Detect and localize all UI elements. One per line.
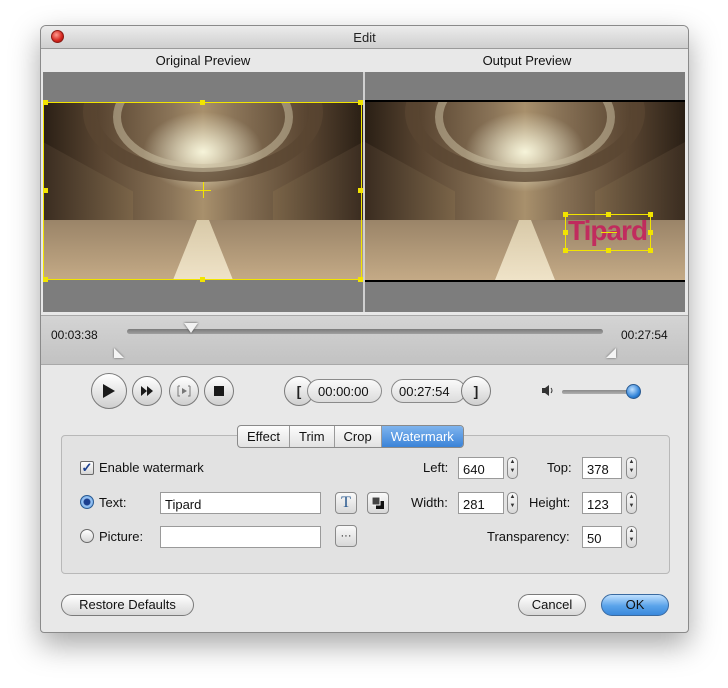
output-preview-pane[interactable]: Tipard	[365, 72, 685, 312]
enable-watermark-label: Enable watermark	[99, 460, 204, 475]
original-preview-label: Original Preview	[155, 53, 251, 68]
height-input[interactable]	[582, 492, 622, 514]
top-stepper[interactable]: ▲ ▼	[626, 457, 637, 479]
watermark-handle[interactable]	[648, 212, 653, 217]
timeline-bar: 00:03:38 00:27:54	[41, 315, 688, 365]
transparency-stepper[interactable]: ▲ ▼	[626, 526, 637, 548]
color-settings-button[interactable]	[367, 492, 389, 514]
width-input[interactable]	[458, 492, 504, 514]
trim-end-handle[interactable]	[606, 348, 616, 358]
timeline-track[interactable]	[127, 329, 603, 334]
left-label: Left:	[423, 460, 449, 475]
volume-knob[interactable]	[626, 384, 641, 399]
watermark-handle[interactable]	[606, 248, 611, 253]
font-icon: T	[341, 494, 351, 511]
original-preview-pane[interactable]	[43, 72, 363, 312]
watermark-handle[interactable]	[648, 248, 653, 253]
transparency-input[interactable]	[582, 526, 622, 548]
transparency-label: Transparency:	[487, 529, 570, 544]
crosshair-icon	[203, 182, 204, 198]
step-frame-button[interactable]	[169, 376, 199, 406]
play-icon	[103, 384, 115, 398]
fast-forward-button[interactable]	[132, 376, 162, 406]
crop-handle[interactable]	[200, 100, 205, 105]
browse-picture-button[interactable]: ···	[335, 525, 357, 547]
picture-option-radio[interactable]	[80, 529, 94, 543]
edit-tabs: Effect Trim Crop Watermark	[237, 425, 464, 448]
step-frame-icon	[177, 385, 191, 397]
output-preview-label: Output Preview	[482, 53, 572, 68]
ok-button[interactable]: OK	[601, 594, 669, 616]
text-option-radio[interactable]	[80, 495, 94, 509]
tab-crop[interactable]: Crop	[335, 426, 382, 447]
end-time-display: 00:27:54	[391, 379, 466, 403]
font-settings-button[interactable]: T	[335, 492, 357, 514]
edit-window: Edit Original Preview Output Preview Tip…	[40, 25, 689, 633]
crosshair-icon	[601, 232, 617, 233]
width-stepper[interactable]: ▲ ▼	[507, 492, 518, 514]
tab-trim[interactable]: Trim	[290, 426, 335, 447]
output-video-frame	[365, 102, 685, 280]
picture-path-input[interactable]	[160, 526, 321, 548]
watermark-handle[interactable]	[648, 230, 653, 235]
tab-watermark[interactable]: Watermark	[381, 426, 463, 447]
start-time-display: 00:00:00	[307, 379, 382, 403]
text-option-label: Text:	[99, 495, 127, 510]
watermark-handle[interactable]	[606, 212, 611, 217]
trim-start-handle[interactable]	[114, 348, 124, 358]
left-input[interactable]	[458, 457, 504, 479]
title-bar[interactable]: Edit	[41, 26, 688, 49]
width-label: Width:	[411, 495, 448, 510]
picture-option-label: Picture:	[99, 529, 144, 544]
crop-handle[interactable]	[43, 277, 48, 282]
current-time-label: 00:03:38	[51, 328, 98, 342]
stop-icon	[214, 386, 224, 396]
enable-watermark-checkbox[interactable]: ✓	[80, 461, 94, 475]
crop-handle[interactable]	[43, 188, 48, 193]
settings-panel: ✓ Enable watermark Text: T Picture: ··· …	[61, 435, 670, 574]
play-button[interactable]	[91, 373, 127, 409]
volume-slider[interactable]	[562, 390, 632, 394]
cancel-button[interactable]: Cancel	[518, 594, 586, 616]
watermark-handle[interactable]	[563, 212, 568, 217]
height-stepper[interactable]: ▲ ▼	[626, 492, 637, 514]
restore-defaults-button[interactable]: Restore Defaults	[61, 594, 194, 616]
watermark-handle[interactable]	[563, 248, 568, 253]
color-swatch-icon	[372, 497, 384, 509]
playhead-handle[interactable]	[184, 323, 198, 333]
set-end-button[interactable]: ]	[461, 376, 491, 406]
stop-button[interactable]	[204, 376, 234, 406]
height-label: Height:	[529, 495, 571, 510]
window-title: Edit	[353, 30, 376, 45]
watermark-text-input[interactable]	[160, 492, 321, 514]
crop-handle[interactable]	[200, 277, 205, 282]
tab-effect[interactable]: Effect	[238, 426, 291, 447]
crop-handle[interactable]	[43, 100, 48, 105]
top-label: Top:	[547, 460, 572, 475]
top-input[interactable]	[582, 457, 622, 479]
fast-forward-icon	[141, 386, 153, 396]
watermark-handle[interactable]	[563, 230, 568, 235]
left-stepper[interactable]: ▲ ▼	[507, 457, 518, 479]
speaker-icon	[542, 385, 553, 396]
total-time-label: 00:27:54	[621, 328, 668, 342]
